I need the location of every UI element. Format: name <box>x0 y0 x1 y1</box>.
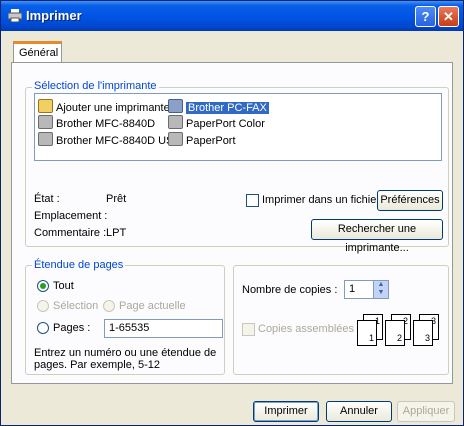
location-label: Emplacement : <box>34 210 108 222</box>
printer-icon <box>8 9 22 22</box>
window-title: Imprimer <box>26 8 82 23</box>
printer-item-brother-mfc-8840d-usb[interactable]: Brother MFC-8840D USB <box>38 132 181 147</box>
printer-icon <box>168 132 183 146</box>
collate-page: 1 <box>357 320 377 346</box>
preferences-button[interactable]: Préférences <box>377 190 443 211</box>
spinner-up-icon[interactable]: ▲ <box>374 281 388 289</box>
find-printer-button[interactable]: Rechercher une imprimante... <box>311 219 443 254</box>
selection-label: Sélection <box>53 300 99 312</box>
printer-item-brother-mfc-8840d[interactable]: Brother MFC-8840D <box>38 115 155 130</box>
tab-general[interactable]: Général <box>13 41 62 63</box>
all-pages-radio[interactable] <box>37 280 49 292</box>
collate-page: 2 <box>385 320 405 346</box>
state-label: État : <box>34 193 60 205</box>
page-range-legend: Étendue de pages <box>32 259 126 271</box>
add-printer-icon <box>38 99 53 113</box>
comment-label: Commentaire : <box>34 227 107 239</box>
pages-input[interactable]: 1-65535 <box>104 319 223 338</box>
fax-printer-icon <box>168 99 183 113</box>
print-to-file-label: Imprimer dans un fichier <box>262 194 380 206</box>
print-to-file-checkbox[interactable] <box>246 194 259 207</box>
comment-value: LPT <box>106 227 127 239</box>
title-bar[interactable]: Imprimer ? ✕ <box>1 1 463 31</box>
collate-label: Copies assemblées <box>258 323 354 335</box>
state-value: Prêt <box>106 193 127 205</box>
current-page-label: Page actuelle <box>119 300 186 312</box>
close-button[interactable]: ✕ <box>438 6 459 27</box>
copies-value: 1 <box>349 283 356 295</box>
printer-icon <box>38 115 53 129</box>
printer-item-brother-pc-fax[interactable]: Brother PC-FAX <box>168 99 269 114</box>
printer-selection-legend: Sélection de l'imprimante <box>32 80 159 92</box>
printer-icon <box>38 132 53 146</box>
printer-icon <box>168 115 183 129</box>
collate-page: 3 <box>413 320 433 346</box>
print-button[interactable]: Imprimer <box>253 401 319 422</box>
apply-button[interactable]: Appliquer <box>397 401 455 422</box>
help-button[interactable]: ? <box>415 6 436 27</box>
pages-radio[interactable] <box>37 322 49 334</box>
all-pages-label: Tout <box>53 280 74 292</box>
page-range-hint: Entrez un numéro ou une étendue de pages… <box>34 347 217 371</box>
printer-item-add[interactable]: Ajouter une imprimante <box>38 99 170 114</box>
printer-list[interactable]: Ajouter une imprimante Brother PC-FAX Br… <box>34 93 442 161</box>
copies-spinner[interactable]: ▲ ▼ <box>373 281 388 298</box>
collate-checkbox[interactable] <box>242 323 255 336</box>
current-page-radio[interactable] <box>103 300 115 312</box>
copies-label: Nombre de copies : <box>242 284 338 296</box>
printer-item-paperport[interactable]: PaperPort <box>168 132 236 147</box>
spinner-down-icon[interactable]: ▼ <box>374 289 388 297</box>
printer-item-paperport-color[interactable]: PaperPort Color <box>168 115 265 130</box>
selection-radio[interactable] <box>37 300 49 312</box>
print-dialog: Imprimer ? ✕ Général Sélection de l'impr… <box>0 0 464 426</box>
cancel-button[interactable]: Annuler <box>326 401 392 422</box>
pages-label: Pages : <box>53 322 91 334</box>
